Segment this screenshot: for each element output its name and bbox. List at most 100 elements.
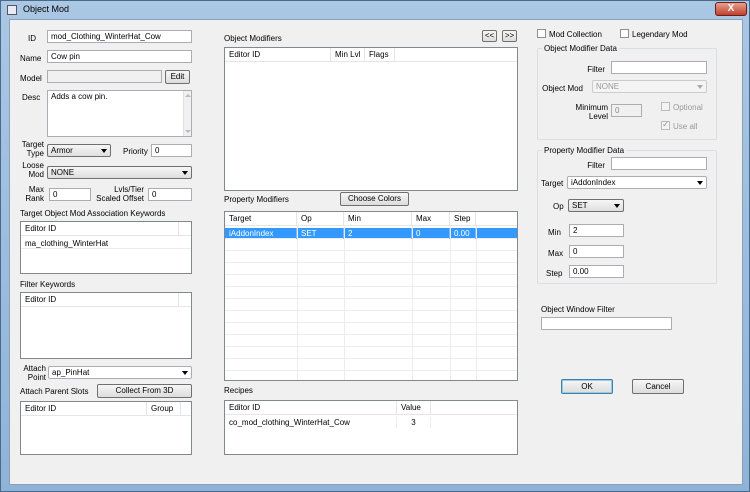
list-header: Editor ID Group	[21, 402, 191, 416]
list-header: Editor ID	[21, 293, 191, 307]
cancel-button[interactable]: Cancel	[632, 379, 684, 394]
step-field[interactable]: 0.00	[569, 265, 624, 278]
table-row[interactable]: iAddonIndex SET 2 0 0.00	[225, 228, 517, 239]
target-cell: iAddonIndex	[225, 228, 297, 239]
optional-checkbox[interactable]	[661, 102, 670, 111]
target-type-select[interactable]: Armor	[47, 144, 111, 157]
column-header[interactable]: Flags	[365, 48, 395, 62]
min-cell: 2	[344, 228, 412, 239]
table-row[interactable]	[225, 336, 517, 347]
column-divider	[412, 226, 413, 380]
target-keywords-list[interactable]: Editor ID ma_clothing_WinterHat	[20, 221, 192, 274]
filter-keywords-list[interactable]: Editor ID	[20, 292, 192, 359]
table-row[interactable]	[225, 348, 517, 359]
column-header[interactable]: Editor ID	[21, 222, 179, 236]
column-header[interactable]: Max	[412, 212, 450, 226]
op-select[interactable]: SET	[568, 199, 624, 212]
loose-mod-value: NONE	[51, 168, 75, 177]
min-level-field[interactable]: 0	[611, 104, 642, 117]
target-select[interactable]: iAddonIndex	[567, 176, 707, 189]
loose-mod-label-2: Mod	[28, 170, 44, 179]
property-modifier-data-group: Property Modifier Data	[537, 146, 717, 284]
priority-field[interactable]: 0	[151, 144, 192, 157]
target-value: iAddonIndex	[571, 178, 616, 187]
object-modifiers-list[interactable]: Editor ID Min Lvl Flags	[224, 47, 518, 191]
attach-point-select[interactable]: ap_PinHat	[48, 366, 192, 379]
chevron-down-icon	[182, 371, 188, 375]
table-row[interactable]	[225, 324, 517, 335]
desc-scrollbar[interactable]	[183, 91, 191, 136]
column-header[interactable]: Op	[297, 212, 344, 226]
desc-label: Desc	[22, 93, 41, 102]
previous-button[interactable]: <<	[482, 30, 497, 42]
recipe-value-cell: 3	[397, 417, 431, 428]
priority-label: Priority	[123, 147, 148, 156]
mod-collection-checkbox[interactable]	[537, 29, 546, 38]
table-row[interactable]: co_mod_clothing_WinterHat_Cow 3	[225, 417, 517, 428]
choose-colors-button[interactable]: Choose Colors	[340, 192, 409, 206]
max-field[interactable]: 0	[569, 245, 624, 258]
min-field[interactable]: 2	[569, 224, 624, 237]
column-divider	[297, 226, 298, 380]
column-header[interactable]: Editor ID	[21, 402, 147, 416]
max-rank-field[interactable]: 0	[49, 188, 91, 201]
chevron-down-icon	[697, 181, 703, 185]
model-field[interactable]	[47, 70, 162, 83]
table-row[interactable]	[225, 300, 517, 311]
table-row[interactable]	[225, 240, 517, 251]
column-header[interactable]: Value	[397, 401, 431, 415]
title-bar[interactable]: Object Mod X	[1, 1, 750, 19]
column-header[interactable]: Editor ID	[225, 401, 397, 415]
column-header[interactable]: Target	[225, 212, 297, 226]
target-type-label-1: Target	[21, 140, 44, 149]
recipes-list[interactable]: Editor ID Value co_mod_clothing_WinterHa…	[224, 400, 518, 455]
property-modifiers-list[interactable]: Target Op Min Max Step iAddonIndex SET 2…	[224, 211, 518, 381]
omd-filter-field[interactable]	[611, 61, 707, 74]
column-header[interactable]: Group	[147, 402, 181, 416]
column-header[interactable]: Min Lvl	[331, 48, 365, 62]
attach-parent-slots-list[interactable]: Editor ID Group	[20, 401, 192, 455]
min-level-label-2: Level	[588, 112, 608, 121]
next-button[interactable]: >>	[502, 30, 517, 42]
close-button[interactable]: X	[715, 2, 747, 16]
collect-from-3d-button[interactable]: Collect From 3D	[97, 384, 192, 398]
column-header[interactable]: Editor ID	[225, 48, 331, 62]
pmd-filter-field[interactable]	[611, 157, 707, 170]
group-label: Object Modifier Data	[542, 44, 619, 53]
object-modifiers-label: Object Modifiers	[224, 34, 282, 43]
attach-point-label-1: Attach	[23, 364, 46, 373]
column-header[interactable]: Editor ID	[21, 293, 179, 307]
table-row[interactable]	[225, 360, 517, 371]
desc-field[interactable]: Adds a cow pin.	[47, 90, 192, 137]
target-type-value: Armor	[51, 146, 73, 155]
list-cell: ma_clothing_WinterHat	[25, 239, 109, 248]
column-divider	[476, 226, 477, 380]
chevron-down-icon	[614, 204, 620, 208]
loose-mod-select[interactable]: NONE	[47, 166, 192, 179]
column-header[interactable]: Step	[450, 212, 476, 226]
table-row[interactable]	[225, 252, 517, 263]
table-row[interactable]	[225, 288, 517, 299]
use-all-checkbox[interactable]	[661, 119, 670, 130]
lvls-tier-field[interactable]: 0	[148, 188, 192, 201]
ok-button[interactable]: OK	[561, 379, 613, 394]
id-label: ID	[28, 34, 36, 43]
use-all-label: Use all	[673, 122, 698, 131]
name-field[interactable]: Cow pin	[47, 50, 192, 63]
table-row[interactable]	[225, 276, 517, 287]
window-title: Object Mod	[23, 4, 70, 14]
edit-model-button[interactable]: Edit	[165, 70, 190, 84]
table-row[interactable]	[225, 264, 517, 275]
dialog-client: ID mod_Clothing_WinterHat_Cow Name Cow p…	[9, 19, 743, 485]
target-label: Target	[541, 179, 564, 188]
object-mod-select[interactable]: NONE	[592, 80, 707, 93]
object-window-filter-field[interactable]	[541, 317, 672, 330]
column-header[interactable]: Min	[344, 212, 412, 226]
id-field[interactable]: mod_Clothing_WinterHat_Cow	[47, 30, 192, 43]
table-row[interactable]	[225, 312, 517, 323]
filter-keywords-label: Filter Keywords	[20, 280, 76, 289]
desc-text: Adds a cow pin.	[51, 92, 108, 101]
recipe-id-cell: co_mod_clothing_WinterHat_Cow	[225, 417, 397, 428]
legendary-mod-checkbox[interactable]	[620, 29, 629, 38]
list-item[interactable]: ma_clothing_WinterHat	[21, 238, 191, 249]
